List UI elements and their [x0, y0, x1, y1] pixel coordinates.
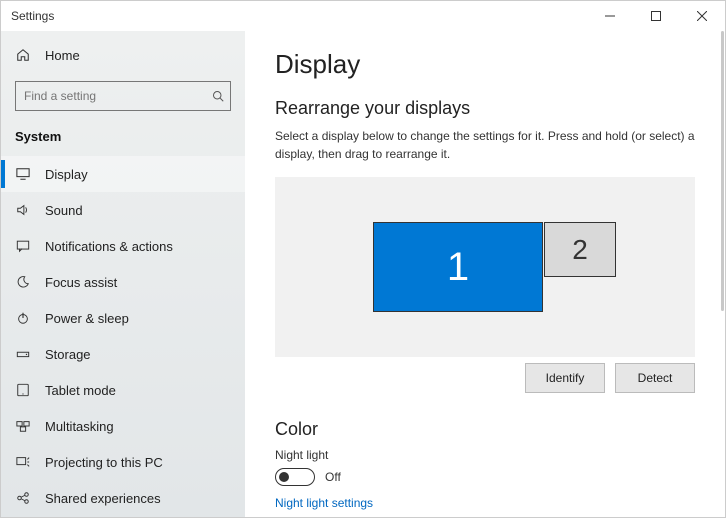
- monitor-2[interactable]: 2: [544, 222, 616, 277]
- message-icon: [15, 239, 31, 253]
- nav-label: Storage: [45, 347, 91, 362]
- page-title: Display: [275, 49, 695, 80]
- night-light-state: Off: [325, 470, 341, 484]
- search-icon: [212, 90, 224, 102]
- moon-icon: [15, 275, 31, 289]
- display-arrangement-area[interactable]: 1 2: [275, 177, 695, 357]
- search-box[interactable]: [15, 81, 231, 111]
- minimize-button[interactable]: [587, 1, 633, 31]
- nav-projecting[interactable]: Projecting to this PC: [1, 444, 245, 480]
- rearrange-heading: Rearrange your displays: [275, 98, 695, 119]
- nav-label: Sound: [45, 203, 83, 218]
- nav-power-sleep[interactable]: Power & sleep: [1, 300, 245, 336]
- home-label: Home: [45, 48, 80, 63]
- color-heading: Color: [275, 419, 695, 440]
- power-icon: [15, 311, 31, 325]
- speaker-icon: [15, 203, 31, 217]
- settings-window: Settings Home: [0, 0, 726, 518]
- night-light-toggle[interactable]: [275, 468, 315, 486]
- home-icon: [15, 48, 31, 62]
- content-area: Display Rearrange your displays Select a…: [245, 31, 725, 517]
- nav-clipboard[interactable]: Clipboard: [1, 516, 245, 517]
- monitor-2-label: 2: [572, 234, 588, 266]
- nav-storage[interactable]: Storage: [1, 336, 245, 372]
- section-header: System: [1, 125, 245, 156]
- monitor-1-label: 1: [447, 245, 469, 290]
- nav-notifications[interactable]: Notifications & actions: [1, 228, 245, 264]
- nav-display[interactable]: Display: [1, 156, 245, 192]
- nav-label: Display: [45, 167, 88, 182]
- home-link[interactable]: Home: [1, 37, 245, 73]
- window-title: Settings: [11, 9, 54, 23]
- nav-label: Multitasking: [45, 419, 114, 434]
- nav-label: Projecting to this PC: [45, 455, 163, 470]
- share-icon: [15, 491, 31, 505]
- monitor-icon: [15, 167, 31, 181]
- project-icon: [15, 455, 31, 469]
- nav-focus-assist[interactable]: Focus assist: [1, 264, 245, 300]
- drive-icon: [15, 347, 31, 361]
- search-input[interactable]: [16, 82, 230, 110]
- nav-multitasking[interactable]: Multitasking: [1, 408, 245, 444]
- nav-label: Focus assist: [45, 275, 117, 290]
- nav-label: Tablet mode: [45, 383, 116, 398]
- toggle-knob: [279, 472, 289, 482]
- tablet-icon: [15, 383, 31, 397]
- nav-label: Shared experiences: [45, 491, 161, 506]
- nav-sound[interactable]: Sound: [1, 192, 245, 228]
- monitor-1[interactable]: 1: [373, 222, 543, 312]
- scrollbar[interactable]: [721, 31, 724, 311]
- nav-label: Power & sleep: [45, 311, 129, 326]
- nav-label: Notifications & actions: [45, 239, 173, 254]
- sidebar: Home System Display Sound: [1, 31, 245, 517]
- nav-tablet-mode[interactable]: Tablet mode: [1, 372, 245, 408]
- rearrange-desc: Select a display below to change the set…: [275, 127, 695, 163]
- multitask-icon: [15, 419, 31, 433]
- maximize-button[interactable]: [633, 1, 679, 31]
- night-light-label: Night light: [275, 448, 695, 462]
- identify-button[interactable]: Identify: [525, 363, 605, 393]
- night-light-settings-link[interactable]: Night light settings: [275, 496, 695, 510]
- detect-button[interactable]: Detect: [615, 363, 695, 393]
- titlebar: Settings: [1, 1, 725, 31]
- close-button[interactable]: [679, 1, 725, 31]
- nav-shared-experiences[interactable]: Shared experiences: [1, 480, 245, 516]
